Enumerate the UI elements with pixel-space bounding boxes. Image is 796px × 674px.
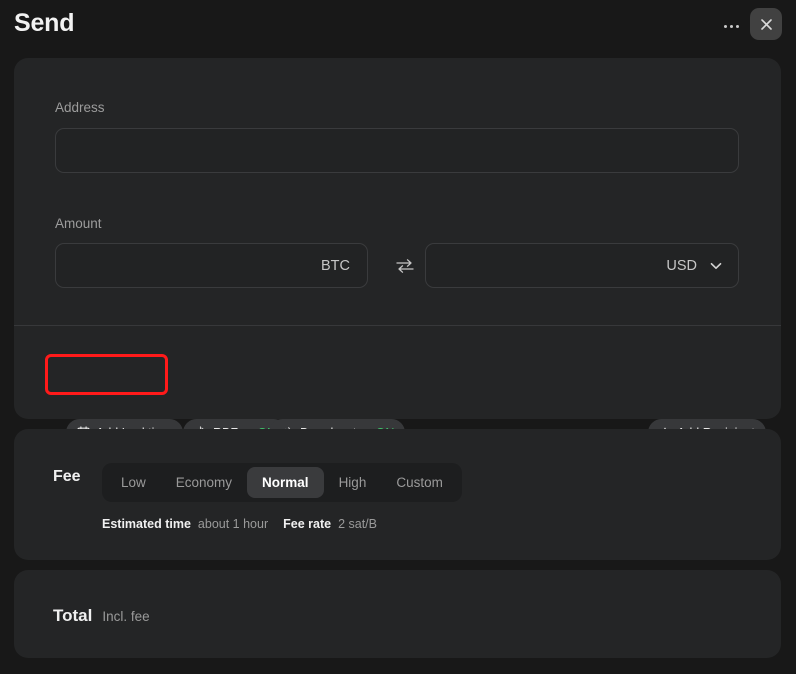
- close-button[interactable]: [750, 8, 782, 40]
- amount-label: Amount: [55, 216, 102, 231]
- more-horizontal-icon: [723, 24, 727, 28]
- more-options-button[interactable]: [717, 12, 745, 40]
- total-row: Total Incl. fee: [53, 606, 150, 626]
- close-icon: [760, 18, 772, 30]
- fee-label: Fee: [53, 468, 81, 485]
- total-sublabel: Incl. fee: [102, 609, 150, 624]
- page-title: Send: [14, 9, 75, 37]
- fee-option-low[interactable]: Low: [106, 467, 161, 498]
- fee-meta-row: Estimated time about 1 hour Fee rate 2 s…: [102, 517, 385, 531]
- address-input[interactable]: [55, 128, 739, 173]
- estimated-time-label: Estimated time: [102, 517, 191, 531]
- address-label: Address: [55, 100, 105, 115]
- fiat-unit-label: USD: [666, 257, 697, 274]
- fee-option-custom[interactable]: Custom: [381, 467, 458, 498]
- amount-fiat-input[interactable]: USD: [425, 243, 739, 288]
- transaction-form-card: Address Amount BTC USD: [14, 58, 781, 446]
- crypto-unit-label: BTC: [321, 257, 350, 274]
- send-dialog: Send Address Amount BTC USD Fee Low Econ…: [0, 0, 796, 674]
- fee-option-high[interactable]: High: [324, 467, 382, 498]
- form-divider: [14, 325, 781, 326]
- total-label: Total: [53, 606, 93, 625]
- fee-rate-label: Fee rate: [283, 517, 332, 531]
- fee-segmented-control[interactable]: Low Economy Normal High Custom: [102, 463, 462, 502]
- fee-option-normal[interactable]: Normal: [247, 467, 324, 498]
- dialog-titlebar: Send: [0, 0, 796, 50]
- estimated-time-value: about 1 hour: [197, 517, 269, 531]
- more-horizontal-icon: [735, 24, 739, 28]
- fee-option-economy[interactable]: Economy: [161, 467, 247, 498]
- amount-crypto-input[interactable]: BTC: [55, 243, 368, 288]
- fee-rate-value: 2 sat/B: [338, 517, 377, 531]
- more-horizontal-icon: [729, 24, 733, 28]
- chevron-down-icon[interactable]: [708, 258, 724, 274]
- swap-arrows-icon[interactable]: [392, 253, 418, 279]
